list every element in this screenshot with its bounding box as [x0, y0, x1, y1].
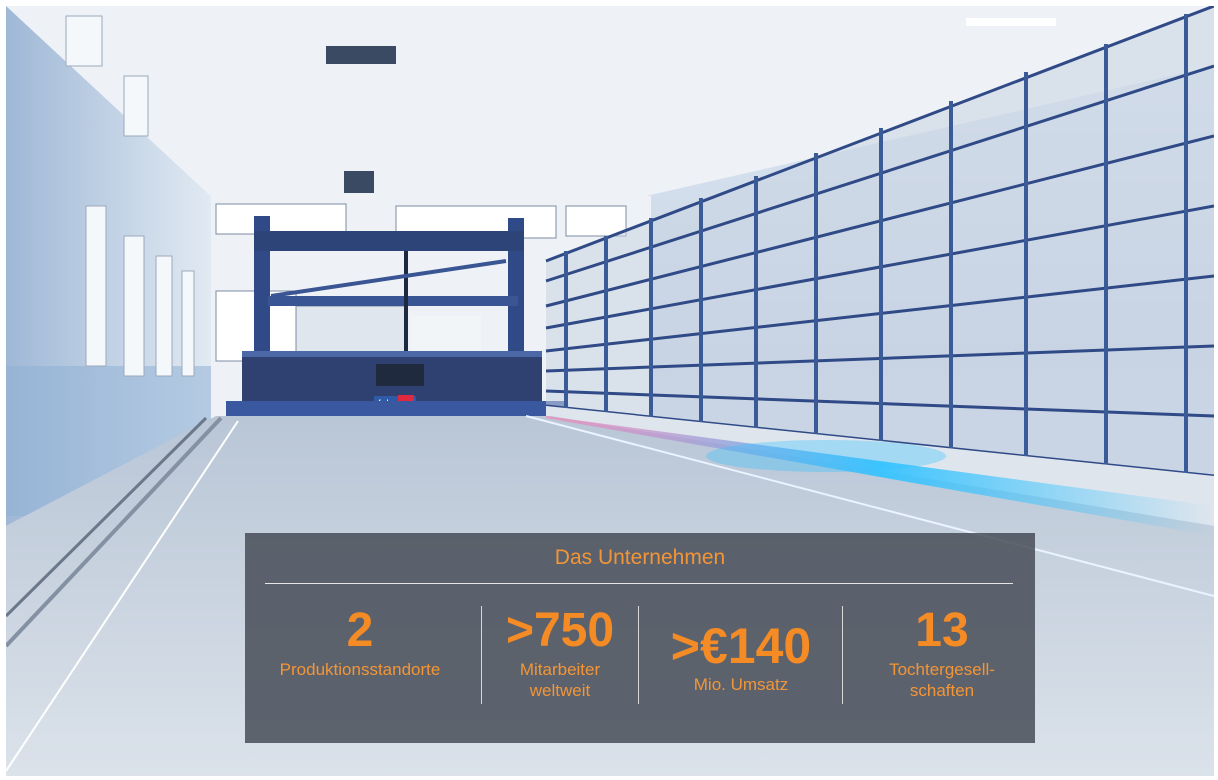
warehouse-hero-image: fehr [6, 6, 1214, 776]
stat-value: >750 [505, 604, 615, 657]
stat-subsidiaries: 13 Tochtergesell- schaften [847, 603, 1037, 701]
stat-value: 13 [915, 604, 969, 657]
stat-production-sites: 2 Produktionsstandorte [255, 603, 465, 680]
stat-divider [481, 606, 482, 704]
stat-value: 2 [346, 604, 374, 657]
stat-label: Mio. Umsatz [693, 675, 789, 694]
company-stats-panel: Das Unternehmen 2 Produktionsstandorte >… [245, 533, 1035, 743]
stat-employees: >750 Mitarbeiter weltweit [485, 603, 635, 701]
stat-label: Mitarbeiter [519, 660, 601, 679]
stat-divider [638, 606, 639, 704]
stat-divider [842, 606, 843, 704]
panel-title: Das Unternehmen [554, 546, 726, 569]
stat-label: Tochtergesell- [889, 660, 995, 679]
panel-title-divider [265, 583, 1013, 584]
stat-revenue: >€140 Mio. Umsatz [641, 618, 841, 695]
stat-label: Produktionsstandorte [279, 660, 441, 679]
stat-label: schaften [909, 681, 975, 700]
stat-label: weltweit [529, 681, 591, 700]
stat-value: >€140 [670, 618, 812, 674]
